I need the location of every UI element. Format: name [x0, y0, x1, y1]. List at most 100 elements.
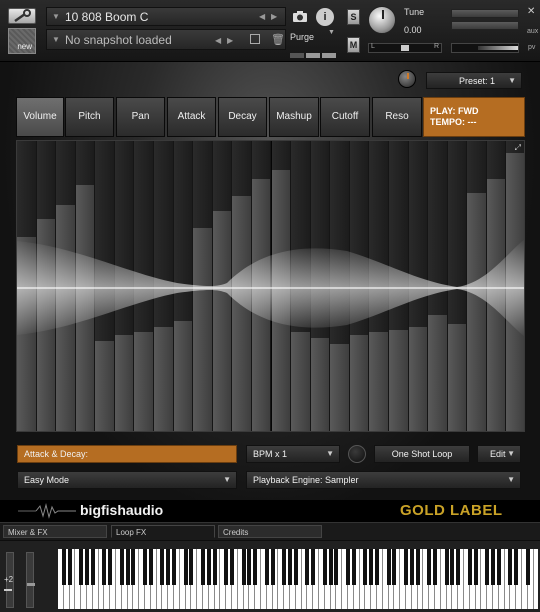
black-key[interactable] [334, 549, 339, 585]
solo-button[interactable]: S [347, 9, 360, 25]
tune-knob[interactable] [368, 6, 396, 34]
sequencer-step[interactable] [232, 141, 252, 431]
sequencer-step[interactable] [467, 141, 487, 431]
black-key[interactable] [346, 549, 350, 585]
black-key[interactable] [160, 549, 165, 585]
black-key[interactable] [143, 549, 147, 585]
sequencer-step[interactable] [75, 141, 96, 431]
bpm-dropdown[interactable]: BPM x 1 ▼ [246, 445, 340, 463]
black-key[interactable] [450, 549, 455, 585]
one-shot-led[interactable] [348, 445, 366, 463]
sequencer-step[interactable] [154, 141, 174, 431]
close-button[interactable]: ✕ [527, 6, 535, 17]
black-key[interactable] [201, 549, 205, 585]
playback-engine-dropdown[interactable]: Playback Engine: Sampler ▼ [246, 471, 521, 489]
sequencer-step[interactable] [212, 141, 233, 431]
black-key[interactable] [230, 549, 234, 585]
volume-slider[interactable] [451, 43, 519, 53]
black-key[interactable] [508, 549, 513, 585]
sequencer-step[interactable] [95, 141, 115, 431]
black-key[interactable] [224, 549, 229, 585]
mode-dropdown[interactable]: Easy Mode ▼ [17, 471, 237, 489]
tab-mashup[interactable]: Mashup [269, 97, 319, 137]
sequencer-step[interactable] [447, 141, 468, 431]
black-key[interactable] [189, 549, 194, 585]
sequencer-step[interactable] [506, 141, 524, 431]
mod-wheel[interactable] [26, 552, 35, 608]
purge-dropdown[interactable]: Purge ▼ [290, 27, 338, 42]
preset-dropdown[interactable]: Preset: 1 ▼ [426, 72, 522, 89]
save-snapshot-icon[interactable] [250, 34, 260, 44]
tab-loop-fx[interactable]: Loop FX [111, 525, 215, 538]
black-key[interactable] [305, 549, 310, 585]
prev-instrument-arrow-icon[interactable]: ◀ [259, 12, 265, 21]
sequencer-step[interactable] [173, 141, 194, 431]
tab-volume[interactable]: Volume [16, 97, 64, 137]
black-key[interactable] [328, 549, 333, 585]
sequencer-step[interactable] [193, 141, 213, 431]
tab-credits[interactable]: Credits [218, 525, 322, 538]
black-key[interactable] [514, 549, 519, 585]
black-key[interactable] [67, 549, 72, 585]
black-key[interactable] [247, 549, 252, 585]
black-key[interactable] [375, 549, 379, 585]
tab-decay[interactable]: Decay [218, 97, 267, 137]
snapshot-menu-arrow-icon[interactable]: ▼ [52, 35, 60, 44]
black-key[interactable] [102, 549, 107, 585]
sequencer-step[interactable] [310, 141, 331, 431]
black-key[interactable] [183, 549, 188, 585]
black-key[interactable] [311, 549, 316, 585]
black-key[interactable] [456, 549, 461, 585]
sequencer-step[interactable] [330, 141, 350, 431]
preset-knob[interactable] [398, 70, 416, 88]
sequencer-step[interactable] [486, 141, 507, 431]
sequencer-resize-icon[interactable]: ⤢ [515, 143, 521, 153]
black-key[interactable] [322, 549, 327, 585]
black-key[interactable] [525, 549, 530, 585]
black-key[interactable] [409, 549, 414, 585]
black-key[interactable] [473, 549, 478, 585]
sequencer-step[interactable] [114, 141, 135, 431]
octave-shift-down-icon[interactable] [4, 589, 12, 591]
black-key[interactable] [467, 549, 472, 585]
black-key[interactable] [253, 549, 258, 585]
tab-mixer-fx[interactable]: Mixer & FX [3, 525, 107, 538]
next-snapshot-arrow-icon[interactable]: ▶ [227, 36, 233, 45]
attack-decay-field[interactable]: Attack & Decay: [17, 445, 237, 463]
black-key[interactable] [166, 549, 171, 585]
black-key[interactable] [206, 549, 211, 585]
sequencer-step[interactable] [428, 141, 448, 431]
sequencer-step[interactable] [17, 141, 37, 431]
black-key[interactable] [61, 549, 66, 585]
pan-slider[interactable]: L R [368, 43, 442, 53]
step-sequencer[interactable]: ⤢ [16, 140, 525, 432]
black-key[interactable] [351, 549, 356, 585]
info-button[interactable]: i [316, 8, 334, 26]
sequencer-step[interactable] [388, 141, 409, 431]
tab-attack[interactable]: Attack [167, 97, 216, 137]
black-key[interactable] [369, 549, 374, 585]
instrument-name-field[interactable]: ▼ 10 808 Boom C ◀ ▶ [46, 7, 286, 26]
black-key[interactable] [270, 549, 275, 585]
black-key[interactable] [386, 549, 391, 585]
edit-dropdown[interactable]: Edit ▼ [477, 445, 521, 463]
black-key[interactable] [485, 549, 490, 585]
sequencer-step[interactable] [349, 141, 370, 431]
sequencer-step[interactable] [271, 141, 292, 431]
tab-pitch[interactable]: Pitch [65, 97, 114, 137]
piano-keyboard[interactable] [58, 549, 538, 609]
black-key[interactable] [85, 549, 89, 585]
sequencer-step[interactable] [408, 141, 429, 431]
sequencer-step[interactable] [369, 141, 389, 431]
black-key[interactable] [172, 549, 176, 585]
black-key[interactable] [241, 549, 246, 585]
wrench-button[interactable] [8, 8, 36, 24]
black-key[interactable] [496, 549, 501, 585]
delete-snapshot-icon[interactable]: 🗑 [271, 33, 285, 46]
sequencer-step[interactable] [291, 141, 311, 431]
black-key[interactable] [108, 549, 113, 585]
sequencer-step[interactable] [251, 141, 272, 431]
black-key[interactable] [363, 549, 368, 585]
black-key[interactable] [293, 549, 298, 585]
black-key[interactable] [392, 549, 397, 585]
